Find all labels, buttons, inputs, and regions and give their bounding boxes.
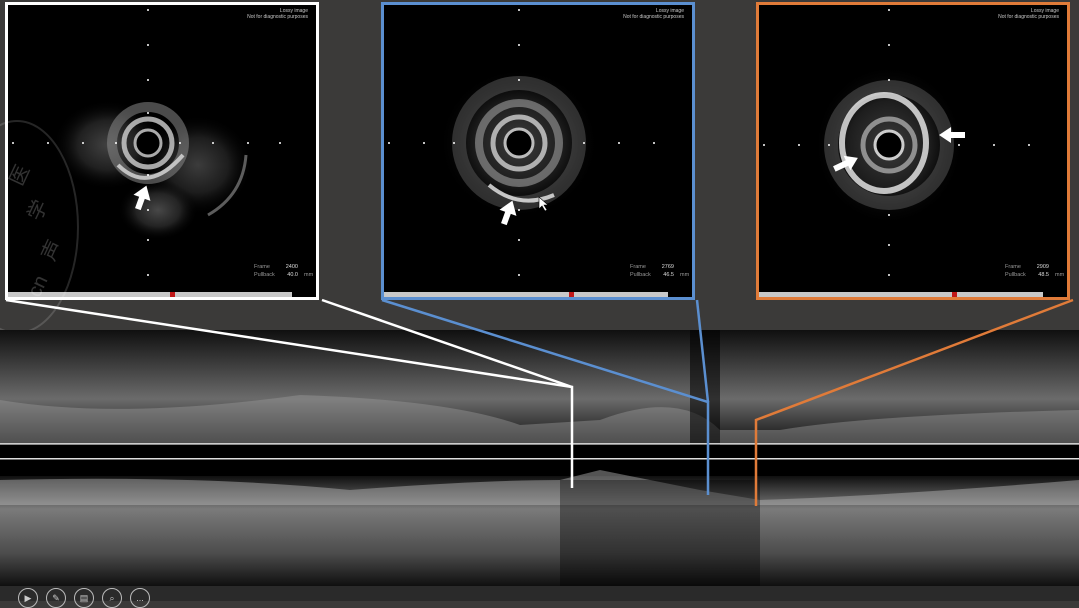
more-icon[interactable]: ... — [130, 588, 150, 608]
gallery-icon[interactable]: ▤ — [74, 588, 94, 608]
longitudinal-view — [0, 330, 1079, 586]
pullback-progress-bar[interactable] — [384, 292, 668, 297]
ivus-cross-section-image — [384, 5, 692, 292]
frame-info: Frame 2909 Pullback 48.5 mm — [1005, 264, 1065, 278]
frame-info: Frame 2400 Pullback 40.0 mm — [254, 264, 314, 278]
frame-info: Frame 2769 Pullback 46.5 mm — [630, 264, 690, 278]
frame-number: 2400 — [285, 264, 298, 270]
position-marker[interactable] — [170, 292, 175, 297]
pullback-value: 46.5 — [663, 272, 674, 278]
pen-icon[interactable]: ✎ — [46, 588, 66, 608]
position-marker[interactable] — [569, 292, 574, 297]
frame-number: 2909 — [1036, 264, 1049, 270]
zoom-icon[interactable]: ⌕ — [102, 588, 122, 608]
lossy-image-notice: Lossy image Not for diagnostic purposes — [623, 8, 684, 20]
pullback-value: 48.5 — [1038, 272, 1049, 278]
cross-section-panel-orange: Lossy image Not for diagnostic purposes F… — [756, 2, 1070, 300]
pullback-value: 40.0 — [287, 272, 298, 278]
cross-section-panel-blue: Lossy image Not for diagnostic purposes F… — [381, 2, 695, 300]
play-icon[interactable]: ▶ — [18, 588, 38, 608]
lossy-image-notice: Lossy image Not for diagnostic purposes — [247, 8, 308, 20]
lossy-image-notice: Lossy image Not for diagnostic purposes — [998, 8, 1059, 20]
frame-number: 2769 — [661, 264, 674, 270]
player-toolbar: ▶ ✎ ▤ ⌕ ... — [0, 586, 1079, 608]
position-marker[interactable] — [952, 292, 957, 297]
ivus-cross-section-image — [759, 5, 1067, 292]
pullback-progress-bar[interactable] — [759, 292, 1043, 297]
